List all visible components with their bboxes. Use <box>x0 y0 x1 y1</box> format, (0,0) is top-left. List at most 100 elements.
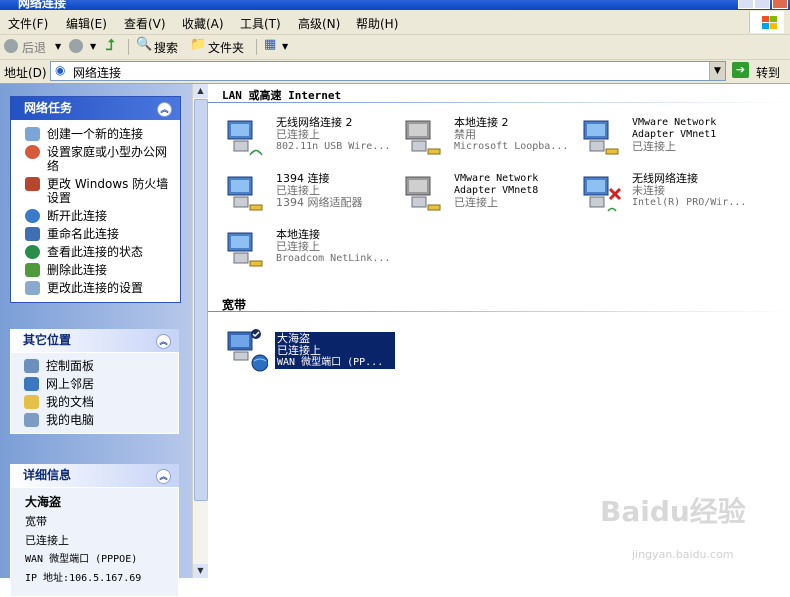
maximize-button[interactable] <box>754 0 770 9</box>
my-computer-icon <box>24 413 39 427</box>
menu-edit[interactable]: 编辑(E) <box>66 15 107 32</box>
other-places-header[interactable]: 其它位置 ︽ <box>10 329 179 352</box>
collapse-chevron-icon[interactable]: ︽ <box>157 102 172 117</box>
broadband-selection-highlight[interactable]: 大海盗 已连接上 WAN 微型端口 (PP... <box>275 332 395 369</box>
task-change-settings[interactable]: 更改此连接的设置 <box>12 279 179 297</box>
place-network-neighborhood[interactable]: 网上邻居 <box>11 375 178 393</box>
network-places-icon <box>24 377 39 391</box>
address-input[interactable]: ◉ 网络连接 ▼ <box>50 61 726 81</box>
forward-dropdown-icon[interactable]: ▼ <box>90 42 96 51</box>
network-tasks-list: 创建一个新的连接 设置家庭或小型办公网络 更改 Windows 防火墙设置 断开… <box>11 120 180 302</box>
details-panel: 详细信息 ︽ 大海盗 宽带 已连接上 WAN 微型端口 (PPPOE) IP 地… <box>10 464 179 597</box>
settings-icon <box>25 281 40 295</box>
connection-device: Microsoft Loopba... <box>454 141 569 152</box>
scroll-down-icon[interactable]: ▼ <box>193 564 208 578</box>
lan-connection-icon <box>227 232 263 267</box>
address-value: 网络连接 <box>73 66 122 80</box>
connection-status: 未连接 <box>632 184 665 197</box>
views-dropdown-icon[interactable]: ▼ <box>282 42 288 51</box>
connection-local[interactable]: 本地连接 已连接上 Broadcom NetLink... <box>222 229 392 279</box>
task-firewall-settings[interactable]: 更改 Windows 防火墙设置 <box>12 175 179 207</box>
new-connection-icon <box>25 127 40 141</box>
menu-tools[interactable]: 工具(T) <box>240 15 281 32</box>
address-bar: 地址(D) ◉ 网络连接 ▼ ➔ 转到 <box>0 60 790 84</box>
connection-status: 禁用 <box>454 128 476 141</box>
other-places-title: 其它位置 <box>23 333 72 347</box>
menu-help[interactable]: 帮助(H) <box>356 15 398 32</box>
my-documents-icon <box>24 395 39 409</box>
lan-disabled-icon <box>405 120 441 155</box>
connection-wireless[interactable]: 无线网络连接 未连接 Intel(R) PRO/Wir... <box>578 173 748 223</box>
collapse-chevron-icon[interactable]: ︽ <box>156 334 171 349</box>
connection-name: VMware Network Adapter VMnet1 <box>632 117 717 140</box>
task-rename[interactable]: 重命名此连接 <box>12 225 179 243</box>
details-device: WAN 微型端口 (PPPOE) <box>25 554 138 565</box>
place-my-computer[interactable]: 我的电脑 <box>11 411 178 429</box>
lan-connection-icon <box>227 176 263 211</box>
baidu-watermark-url: jingyan.baidu.com <box>632 548 734 561</box>
other-places-panel: 其它位置 ︽ 控制面板 网上邻居 我的文档 我的电脑 <box>10 329 179 434</box>
connection-status: 已连接上 <box>454 196 498 209</box>
task-disconnect[interactable]: 断开此连接 <box>12 207 179 225</box>
connection-status: 已连接上 <box>276 240 320 253</box>
task-view-status[interactable]: 查看此连接的状态 <box>12 243 179 261</box>
other-places-list: 控制面板 网上邻居 我的文档 我的电脑 <box>10 352 179 434</box>
details-status: 已连接上 <box>25 534 69 547</box>
views-icon[interactable]: ▦ <box>264 37 276 52</box>
connection-device: Broadcom NetLink... <box>276 253 391 264</box>
go-label: 转到 <box>756 66 781 80</box>
baidu-watermark: Baidu经验 <box>600 495 746 528</box>
delete-icon <box>25 263 40 277</box>
task-create-connection[interactable]: 创建一个新的连接 <box>12 125 179 143</box>
menu-view[interactable]: 查看(V) <box>124 15 166 32</box>
connection-status: 已连接上 <box>632 140 676 153</box>
windows-logo-icon <box>749 11 784 33</box>
menu-file[interactable]: 文件(F) <box>8 15 48 32</box>
network-globe-icon: ◉ <box>55 63 66 77</box>
search-button[interactable]: 搜索 <box>154 39 178 56</box>
address-label: 地址(D) <box>4 66 47 80</box>
folders-button[interactable]: 文件夹 <box>208 39 244 56</box>
broadband-device: WAN 微型端口 (PP... <box>277 357 384 368</box>
forward-arrow-icon[interactable] <box>69 39 83 53</box>
minimize-button[interactable] <box>738 0 754 9</box>
address-dropdown-icon[interactable]: ▼ <box>709 62 725 80</box>
connection-wireless-2[interactable]: 无线网络连接 2 已连接上 802.11n USB Wire... <box>222 117 392 167</box>
network-tasks-header[interactable]: 网络任务 ︽ <box>11 97 180 120</box>
broadband-status: 已连接上 <box>277 344 321 357</box>
close-button[interactable] <box>772 0 788 9</box>
place-my-documents[interactable]: 我的文档 <box>11 393 178 411</box>
connection-local-2[interactable]: 本地连接 2 禁用 Microsoft Loopba... <box>400 117 570 167</box>
collapse-chevron-icon[interactable]: ︽ <box>156 469 171 484</box>
connection-device: 1394 网络适配器 <box>276 196 363 209</box>
folder-icon: 📁 <box>190 37 207 52</box>
connection-name: VMware Network Adapter VMnet8 <box>454 173 539 196</box>
rename-icon <box>25 227 40 241</box>
connection-vmnet8[interactable]: VMware Network Adapter VMnet8 已连接上 <box>400 173 570 223</box>
details-name: 大海盗 <box>25 495 62 509</box>
task-pane: 网络任务 ︽ 创建一个新的连接 设置家庭或小型办公网络 更改 Windows 防… <box>0 84 192 597</box>
connection-vmnet1[interactable]: VMware Network Adapter VMnet1 已连接上 <box>578 117 748 167</box>
control-panel-icon <box>24 359 39 373</box>
task-delete[interactable]: 删除此连接 <box>12 261 179 279</box>
connection-device: 802.11n USB Wire... <box>276 141 391 152</box>
menu-favorites[interactable]: 收藏(A) <box>182 15 224 32</box>
wireless-network-icon <box>227 120 263 156</box>
back-button[interactable]: 后退 <box>22 39 46 56</box>
details-body: 大海盗 宽带 已连接上 WAN 微型端口 (PPPOE) IP 地址:106.5… <box>10 487 179 597</box>
menu-advanced[interactable]: 高级(N) <box>298 15 340 32</box>
task-pane-scrollbar[interactable]: ▲ ▼ <box>192 84 208 578</box>
connection-status: 已连接上 <box>276 128 320 141</box>
up-folder-icon[interactable]: ⮥ <box>106 36 115 54</box>
scroll-up-icon[interactable]: ▲ <box>193 84 208 98</box>
home-network-icon <box>25 145 40 159</box>
firewall-icon <box>25 177 40 191</box>
connection-1394[interactable]: 1394 连接 已连接上 1394 网络适配器 <box>222 173 392 223</box>
place-control-panel[interactable]: 控制面板 <box>11 357 178 375</box>
task-setup-home-network[interactable]: 设置家庭或小型办公网络 <box>12 143 179 175</box>
scroll-thumb[interactable] <box>194 99 208 501</box>
details-header[interactable]: 详细信息 ︽ <box>10 464 179 487</box>
connection-device: Intel(R) PRO/Wir... <box>632 197 747 208</box>
back-dropdown-icon[interactable]: ▼ <box>55 42 61 51</box>
back-arrow-icon[interactable] <box>4 39 18 53</box>
